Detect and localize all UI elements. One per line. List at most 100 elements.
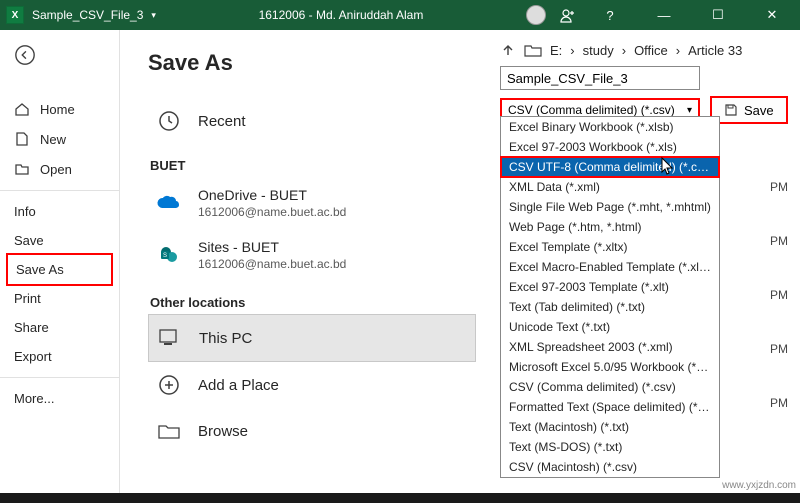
help-button[interactable]: ? bbox=[590, 8, 630, 23]
sidebar-print-label: Print bbox=[14, 291, 41, 306]
location-onedrive-sub: 1612006@name.buet.ac.bd bbox=[198, 205, 346, 219]
save-button[interactable]: Save bbox=[710, 96, 788, 124]
cursor-icon bbox=[660, 156, 676, 176]
svg-text:S: S bbox=[163, 253, 167, 259]
sidebar-home[interactable]: Home bbox=[0, 94, 119, 124]
saveas-right-pane: E: › study › Office › Article 33 CSV (Co… bbox=[490, 30, 800, 493]
sidebar-open[interactable]: Open bbox=[0, 154, 119, 184]
sharepoint-icon: S bbox=[156, 242, 182, 268]
location-thispc-label: This PC bbox=[199, 330, 252, 347]
sidebar-save[interactable]: Save bbox=[0, 226, 119, 255]
open-icon bbox=[14, 161, 30, 177]
chevron-right-icon: › bbox=[622, 43, 626, 58]
location-browse-label: Browse bbox=[198, 423, 248, 440]
save-icon bbox=[724, 103, 738, 117]
section-other: Other locations bbox=[150, 295, 476, 310]
location-addplace[interactable]: Add a Place bbox=[148, 362, 476, 408]
filetype-option[interactable]: Excel 97-2003 Template (*.xlt) bbox=[501, 277, 719, 297]
filetype-option[interactable]: Microsoft Excel 5.0/95 Workbook (*.xls) bbox=[501, 357, 719, 377]
back-button[interactable] bbox=[10, 40, 40, 70]
path-seg1[interactable]: study bbox=[583, 43, 614, 58]
watermark: www.yxjzdn.com bbox=[722, 480, 796, 491]
filetype-option[interactable]: Excel Binary Workbook (*.xlsb) bbox=[501, 117, 719, 137]
avatar[interactable] bbox=[526, 5, 546, 25]
titlebar: X Sample_CSV_File_3 ▾ 1612006 - Md. Anir… bbox=[0, 0, 800, 30]
path-seg2[interactable]: Office bbox=[634, 43, 668, 58]
save-button-label: Save bbox=[744, 103, 774, 118]
filetype-dropdown[interactable]: Excel Binary Workbook (*.xlsb) Excel 97-… bbox=[500, 116, 720, 478]
close-button[interactable]: ✕ bbox=[752, 7, 792, 23]
page-title: Save As bbox=[148, 50, 476, 76]
sidebar-new[interactable]: New bbox=[0, 124, 119, 154]
sidebar-saveas-label: Save As bbox=[16, 262, 64, 277]
location-onedrive[interactable]: OneDrive - BUET 1612006@name.buet.ac.bd bbox=[148, 177, 476, 229]
filetype-option[interactable]: Single File Web Page (*.mht, *.mhtml) bbox=[501, 197, 719, 217]
folder-icon bbox=[524, 43, 542, 57]
sidebar-open-label: Open bbox=[40, 162, 72, 177]
time-pm: PM bbox=[770, 396, 788, 410]
sidebar-more[interactable]: More... bbox=[0, 384, 119, 413]
filetype-option[interactable]: Web Page (*.htm, *.html) bbox=[501, 217, 719, 237]
time-column: PM PM PM PM PM bbox=[770, 180, 788, 410]
share-icon[interactable] bbox=[560, 7, 576, 23]
taskbar bbox=[0, 493, 800, 503]
filetype-option[interactable]: CSV (Comma delimited) (*.csv) bbox=[501, 377, 719, 397]
sidebar-export-label: Export bbox=[14, 349, 52, 364]
location-sites-label: Sites - BUET bbox=[198, 239, 346, 255]
filetype-option[interactable]: Formatted Text (Space delimited) (*.prn) bbox=[501, 397, 719, 417]
sidebar-info[interactable]: Info bbox=[0, 197, 119, 226]
sidebar-new-label: New bbox=[40, 132, 66, 147]
location-recent[interactable]: Recent bbox=[148, 98, 476, 144]
chevron-right-icon: › bbox=[570, 43, 574, 58]
section-buet: BUET bbox=[150, 158, 476, 173]
sidebar-more-label: More... bbox=[14, 391, 54, 406]
clock-icon bbox=[156, 108, 182, 134]
filetype-option[interactable]: XML Spreadsheet 2003 (*.xml) bbox=[501, 337, 719, 357]
filetype-option-selected[interactable]: CSV UTF-8 (Comma delimited) (*.csv) bbox=[501, 157, 719, 177]
breadcrumb[interactable]: E: › study › Office › Article 33 bbox=[500, 42, 790, 58]
filetype-selected: CSV (Comma delimited) (*.csv) bbox=[508, 103, 675, 117]
filetype-option[interactable]: Unicode Text (*.txt) bbox=[501, 317, 719, 337]
sidebar-print[interactable]: Print bbox=[0, 284, 119, 313]
filetype-option[interactable]: XML Data (*.xml) bbox=[501, 177, 719, 197]
minimize-button[interactable]: — bbox=[644, 8, 684, 23]
filetype-option[interactable]: CSV (Macintosh) (*.csv) bbox=[501, 457, 719, 477]
title-filename: Sample_CSV_File_3 bbox=[32, 8, 143, 22]
sidebar-saveas[interactable]: Save As bbox=[6, 253, 113, 286]
sidebar-info-label: Info bbox=[14, 204, 36, 219]
location-browse[interactable]: Browse bbox=[148, 408, 476, 454]
location-recent-label: Recent bbox=[198, 113, 246, 130]
excel-icon: X bbox=[6, 6, 24, 24]
chevron-down-icon: ▾ bbox=[687, 105, 692, 116]
new-icon bbox=[14, 131, 30, 147]
title-account: 1612006 - Md. Aniruddah Alam bbox=[156, 8, 526, 22]
addplace-icon bbox=[156, 372, 182, 398]
filetype-option[interactable]: Excel Macro-Enabled Template (*.xltm) bbox=[501, 257, 719, 277]
maximize-button[interactable]: ☐ bbox=[698, 7, 738, 23]
thispc-icon bbox=[157, 325, 183, 351]
up-icon[interactable] bbox=[500, 42, 516, 58]
time-pm: PM bbox=[770, 342, 788, 356]
location-sites-sub: 1612006@name.buet.ac.bd bbox=[198, 257, 346, 271]
location-sites[interactable]: S Sites - BUET 1612006@name.buet.ac.bd bbox=[148, 229, 476, 281]
time-pm: PM bbox=[770, 234, 788, 248]
backstage-sidebar: Home New Open Info Save Save As Print Sh… bbox=[0, 30, 120, 493]
sidebar-export[interactable]: Export bbox=[0, 342, 119, 371]
filetype-option[interactable]: Excel 97-2003 Workbook (*.xls) bbox=[501, 137, 719, 157]
chevron-right-icon: › bbox=[676, 43, 680, 58]
filetype-option[interactable]: Text (Tab delimited) (*.txt) bbox=[501, 297, 719, 317]
sidebar-home-label: Home bbox=[40, 102, 75, 117]
location-onedrive-label: OneDrive - BUET bbox=[198, 187, 346, 203]
path-seg3[interactable]: Article 33 bbox=[688, 43, 742, 58]
location-addplace-label: Add a Place bbox=[198, 377, 279, 394]
location-thispc[interactable]: This PC bbox=[148, 314, 476, 362]
sidebar-share-label: Share bbox=[14, 320, 49, 335]
sidebar-share[interactable]: Share bbox=[0, 313, 119, 342]
path-drive[interactable]: E: bbox=[550, 43, 562, 58]
time-pm: PM bbox=[770, 288, 788, 302]
filename-input[interactable] bbox=[500, 66, 700, 90]
filetype-option[interactable]: Text (Macintosh) (*.txt) bbox=[501, 417, 719, 437]
filetype-option[interactable]: Excel Template (*.xltx) bbox=[501, 237, 719, 257]
filetype-option[interactable]: Text (MS-DOS) (*.txt) bbox=[501, 437, 719, 457]
home-icon bbox=[14, 101, 30, 117]
